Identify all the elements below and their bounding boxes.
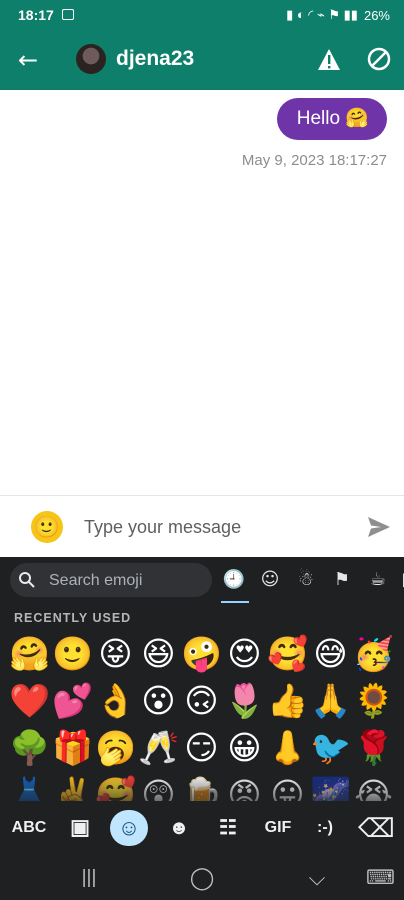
emoji-key[interactable]: 💕: [51, 678, 94, 725]
emoji-key[interactable]: 🙏: [309, 678, 352, 725]
emoji-key[interactable]: 👃: [266, 725, 309, 772]
sticker-search-icon[interactable]: ▣: [64, 810, 96, 846]
emoji-key[interactable]: 🌻: [352, 678, 395, 725]
emoji-key[interactable]: 🐦: [309, 725, 352, 772]
emoji-key[interactable]: 🌌: [309, 772, 352, 801]
message-input[interactable]: [84, 513, 344, 541]
status-icons-text: ▮ ◐ ◜ ⌁ ⚑ ▮▮: [286, 7, 358, 22]
text-face-tab-button[interactable]: :-): [307, 810, 343, 846]
emoji-grid: 🤗 🙂 😝 😆 🤪 😍 🥰 😅 🥳 ❤️ 💕 👌 😮 🙃 🌷 👍 🙏 🌻 🌳 🎁…: [8, 631, 400, 801]
keyboard-toolbar: ABC ▣ ☺ ☻ ☷ GIF :-) ⌫: [0, 801, 404, 855]
emoji-key[interactable]: 🌹: [352, 725, 395, 772]
emoji-key[interactable]: 🥱: [94, 725, 137, 772]
emoji-search-placeholder: Search emoji: [49, 572, 143, 589]
emoji-key[interactable]: 🍺: [180, 772, 223, 801]
home-nav-icon[interactable]: ◯: [187, 864, 217, 892]
emoji-key[interactable]: 🥂: [137, 725, 180, 772]
contact-name[interactable]: djena23: [116, 47, 194, 71]
status-icons: ▮ ◐ ◜ ⌁ ⚑ ▮▮ 26%: [286, 7, 390, 23]
emoji-key[interactable]: 😝: [94, 631, 137, 678]
emoji-key[interactable]: 😀: [223, 725, 266, 772]
sent-message-bubble[interactable]: Hello 🤗: [276, 98, 387, 140]
emoticon-tab-icon[interactable]: ☻: [164, 810, 194, 846]
emoji-key[interactable]: 🥰: [266, 631, 309, 678]
status-bar: 18:17 ▮ ◐ ◜ ⌁ ⚑ ▮▮ 26%: [0, 0, 404, 32]
emoji-key[interactable]: 😅: [309, 631, 352, 678]
emoji-key[interactable]: ✌️: [51, 772, 94, 801]
chat-app-bar: ← djena23: [0, 32, 404, 90]
report-warning-icon[interactable]: [316, 47, 342, 73]
emoji-key[interactable]: 🙂: [51, 631, 94, 678]
emoji-key[interactable]: 🥰: [94, 772, 137, 801]
more-category-icon[interactable]: ▣: [395, 565, 404, 595]
people-category-icon[interactable]: ☃: [291, 565, 321, 595]
emoji-key[interactable]: 👍: [266, 678, 309, 725]
emoji-key[interactable]: 😆: [137, 631, 180, 678]
emoji-key[interactable]: 🌷: [223, 678, 266, 725]
block-user-icon[interactable]: [366, 46, 392, 72]
keyboard-switch-icon[interactable]: ⌨: [366, 864, 395, 892]
contact-avatar[interactable]: [76, 44, 106, 74]
search-icon: [19, 572, 35, 588]
sticker-tab-icon[interactable]: ☷: [212, 810, 244, 846]
emoji-key[interactable]: 🥳: [352, 631, 395, 678]
emoji-category-tabs: 🕘 ☺ ☃ ⚑ ☕ ▣: [219, 565, 404, 599]
emoji-key[interactable]: ❤️: [8, 678, 51, 725]
emoji-key[interactable]: 🌳: [8, 725, 51, 772]
back-arrow-icon[interactable]: ←: [18, 46, 46, 74]
emoji-search-input[interactable]: Search emoji: [10, 563, 212, 597]
emoji-key[interactable]: 😮: [137, 678, 180, 725]
emoji-key[interactable]: 😭: [352, 772, 395, 801]
message-thread[interactable]: Hello 🤗 May 9, 2023 18:17:27: [0, 90, 404, 495]
emoji-key[interactable]: 🤗: [8, 631, 51, 678]
emoji-key[interactable]: 🤪: [180, 631, 223, 678]
recent-emoji-category-icon[interactable]: 🕘: [219, 565, 249, 595]
system-navigation-bar: ||| ◯ ⌵ ⌨: [0, 855, 404, 900]
message-timestamp: May 9, 2023 18:17:27: [241, 152, 387, 169]
gallery-notification-icon: [62, 9, 74, 20]
emoji-key[interactable]: 😏: [180, 725, 223, 772]
active-category-indicator: [221, 601, 249, 603]
emoji-picker-button[interactable]: 🙂: [31, 511, 63, 543]
emoji-key[interactable]: 👌: [94, 678, 137, 725]
back-nav-icon[interactable]: ⌵: [302, 864, 332, 892]
emoji-key[interactable]: 🎁: [51, 725, 94, 772]
activities-category-icon[interactable]: ⚑: [327, 565, 357, 595]
food-category-icon[interactable]: ☕: [363, 565, 393, 595]
recents-nav-icon[interactable]: |||: [74, 864, 104, 892]
delete-icon[interactable]: ⌫: [358, 810, 395, 846]
battery-percentage: 26%: [363, 7, 390, 23]
emoji-tab-icon[interactable]: ☺: [110, 810, 148, 846]
abc-keyboard-button[interactable]: ABC: [9, 810, 49, 846]
smileys-category-icon[interactable]: ☺: [255, 565, 285, 595]
message-composer: 🙂: [0, 495, 404, 558]
status-time: 18:17: [18, 7, 54, 23]
send-icon[interactable]: [366, 514, 392, 540]
emoji-key[interactable]: 😍: [223, 631, 266, 678]
gif-tab-button[interactable]: GIF: [258, 810, 298, 846]
emoji-key[interactable]: 👗: [8, 772, 51, 801]
emoji-key[interactable]: 😲: [137, 772, 180, 801]
emoji-keyboard: Search emoji 🕘 ☺ ☃ ⚑ ☕ ▣ RECENTLY USED 🤗…: [0, 557, 404, 900]
emoji-key[interactable]: 🙃: [180, 678, 223, 725]
recently-used-label: RECENTLY USED: [14, 611, 132, 625]
emoji-key[interactable]: 😛: [266, 772, 309, 801]
emoji-key[interactable]: 😡: [223, 772, 266, 801]
